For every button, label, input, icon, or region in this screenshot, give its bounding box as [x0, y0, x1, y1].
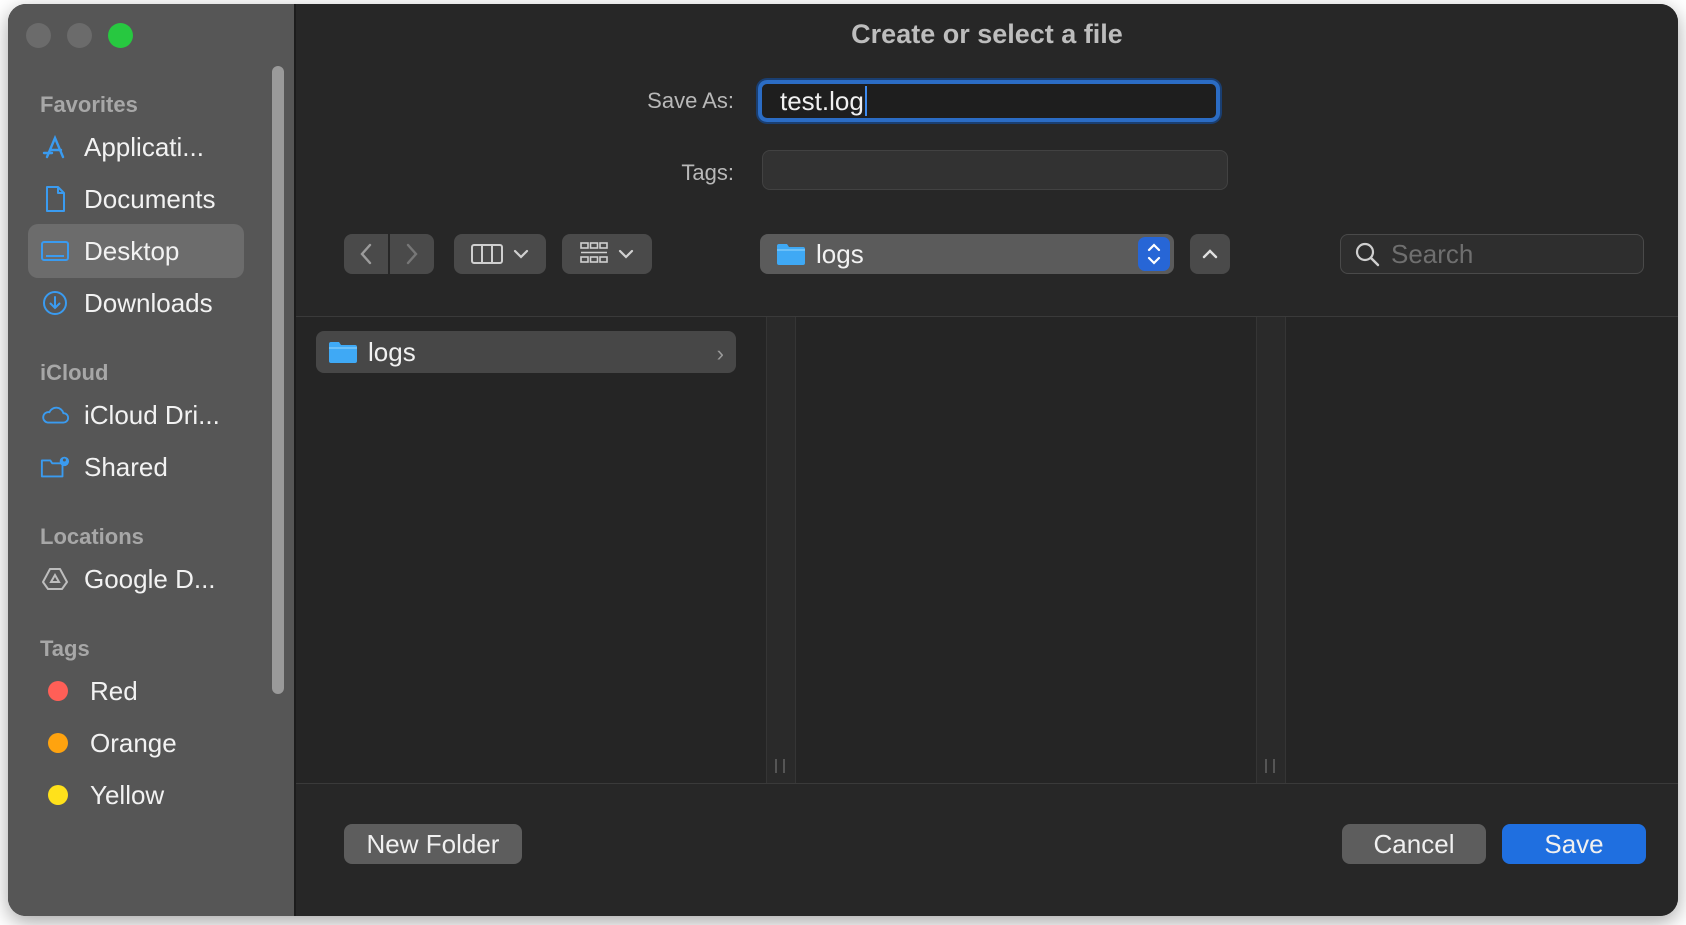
downloads-icon — [40, 288, 70, 318]
main-panel: Create or select a file Save As: test.lo… — [296, 4, 1678, 916]
applications-icon — [40, 132, 70, 162]
column-resize-handle[interactable] — [766, 317, 796, 783]
document-icon — [40, 184, 70, 214]
sidebar-item-label: Yellow — [90, 779, 165, 810]
icloud-heading: iCloud — [40, 360, 109, 385]
list-item-folder[interactable]: logs › — [316, 331, 736, 373]
folder-name: logs — [368, 336, 416, 367]
columns-view-icon — [471, 244, 503, 264]
file-browser: logs › — [296, 316, 1678, 784]
sidebar-item-downloads[interactable]: Downloads — [28, 276, 244, 330]
window-controls — [26, 23, 133, 48]
location-stepper[interactable] — [1138, 237, 1170, 271]
sidebar-item-icloud-drive[interactable]: iCloud Dri... — [28, 388, 244, 442]
folder-icon — [329, 342, 357, 363]
sidebar-item-label: Documents — [84, 183, 216, 214]
location-label: logs — [816, 238, 864, 269]
sidebar-item-documents[interactable]: Documents — [28, 172, 244, 226]
search-field[interactable]: Search — [1340, 234, 1644, 274]
save-dialog: Favorites Applicati... Documents Desktop… — [8, 4, 1678, 916]
save-as-value: test.log — [780, 85, 864, 116]
yellow-tag-dot — [48, 785, 68, 805]
column-resize-handle[interactable] — [1256, 317, 1286, 783]
sidebar-item-applications[interactable]: Applicati... — [28, 120, 244, 174]
location-popup[interactable]: logs — [760, 234, 1174, 274]
forward-button[interactable] — [390, 234, 434, 274]
grid-view-icon — [580, 242, 608, 263]
chevron-right-icon: › — [716, 341, 724, 366]
sidebar-item-label: Applicati... — [84, 131, 204, 162]
sidebar-item-label: Desktop — [84, 235, 180, 266]
window-title: Create or select a file — [851, 18, 1123, 49]
google-drive-icon — [40, 564, 70, 594]
minimize-button[interactable] — [67, 23, 92, 48]
sidebar-item-label: Shared — [84, 451, 168, 482]
zoom-button[interactable] — [108, 23, 133, 48]
sidebar-item-google-drive[interactable]: Google D... — [28, 552, 244, 606]
new-folder-button[interactable]: New Folder — [344, 824, 522, 864]
close-button[interactable] — [26, 23, 51, 48]
cloud-icon — [40, 400, 70, 430]
shared-folder-icon — [40, 452, 70, 482]
sidebar-item-shared[interactable]: Shared — [28, 440, 244, 494]
chevron-down-icon — [618, 249, 634, 259]
save-as-field[interactable]: test.log — [758, 80, 1220, 122]
sidebar-tag-red[interactable]: Red — [28, 664, 244, 718]
search-placeholder: Search — [1391, 238, 1474, 269]
search-icon — [1355, 242, 1380, 267]
up-down-chevron-icon — [1147, 243, 1161, 265]
sidebar-item-desktop[interactable]: Desktop — [28, 224, 244, 278]
folder-icon — [777, 244, 805, 265]
chevron-right-icon — [406, 243, 418, 265]
locations-heading: Locations — [40, 524, 144, 549]
chevron-left-icon — [360, 243, 372, 265]
save-as-label: Save As: — [647, 88, 734, 113]
resize-grip-icon — [1265, 759, 1275, 773]
chevron-up-icon — [1202, 249, 1218, 259]
cancel-button[interactable]: Cancel — [1342, 824, 1486, 864]
back-button[interactable] — [344, 234, 388, 274]
text-caret — [864, 86, 867, 116]
sidebar-tag-yellow[interactable]: Yellow — [28, 768, 244, 822]
sidebar-item-label: Red — [90, 675, 138, 706]
tags-heading: Tags — [40, 636, 90, 661]
sidebar-scrollbar[interactable] — [272, 66, 284, 694]
tags-label: Tags: — [681, 160, 734, 185]
tags-field[interactable] — [762, 150, 1228, 190]
sidebar-tag-orange[interactable]: Orange — [28, 716, 244, 770]
sidebar-item-label: iCloud Dri... — [84, 399, 220, 430]
red-tag-dot — [48, 681, 68, 701]
desktop-icon — [40, 236, 70, 266]
orange-tag-dot — [48, 733, 68, 753]
group-by-button[interactable] — [562, 234, 652, 274]
view-mode-columns-button[interactable] — [454, 234, 546, 274]
sidebar-item-label: Google D... — [84, 563, 216, 594]
save-button[interactable]: Save — [1502, 824, 1646, 864]
chevron-down-icon — [513, 249, 529, 259]
favorites-heading: Favorites — [40, 92, 138, 117]
sidebar-item-label: Downloads — [84, 287, 213, 318]
collapse-dialog-button[interactable] — [1190, 234, 1230, 274]
sidebar-item-label: Orange — [90, 727, 177, 758]
resize-grip-icon — [775, 759, 785, 773]
sidebar: Favorites Applicati... Documents Desktop… — [8, 4, 296, 916]
